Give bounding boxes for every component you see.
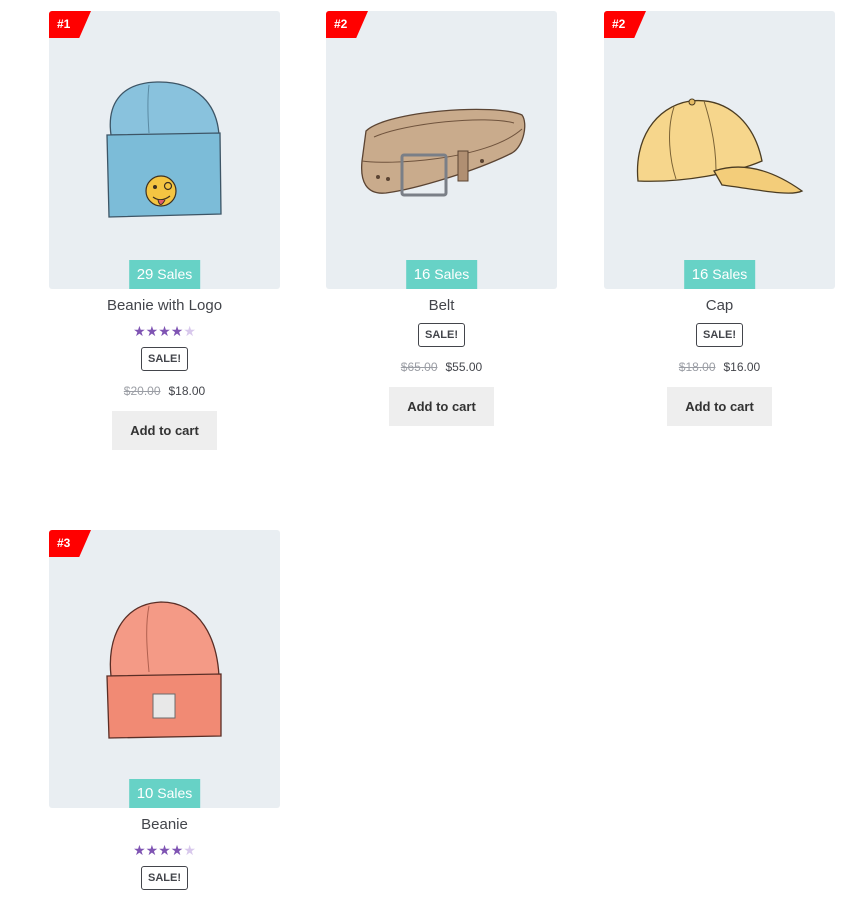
- sales-label: Sales: [434, 266, 470, 282]
- old-price: $65.00: [400, 360, 438, 374]
- star-filled-icon: ★: [145, 323, 159, 339]
- sales-count: 29: [136, 266, 154, 283]
- star-empty-icon: ★: [183, 842, 196, 858]
- product-image[interactable]: #2 16 Sales: [604, 11, 835, 289]
- orange-beanie-icon: [106, 601, 222, 739]
- yellow-cap-icon: [636, 98, 804, 194]
- product-image[interactable]: #1 29 Sales: [49, 11, 280, 289]
- star-rating: ★★★★★: [49, 842, 280, 858]
- star-filled-icon: ★: [158, 842, 171, 858]
- price: $65.00 $55.00: [326, 360, 557, 374]
- sales-count: 10: [136, 785, 154, 802]
- sales-badge: 16 Sales: [405, 260, 478, 289]
- sale-badge: SALE!: [696, 323, 743, 347]
- star-filled-icon: ★: [133, 323, 146, 339]
- leather-belt-icon: [360, 108, 526, 197]
- product-title[interactable]: Beanie: [49, 816, 280, 834]
- star-filled-icon: ★: [170, 323, 184, 339]
- star-filled-icon: ★: [170, 842, 184, 858]
- sales-label: Sales: [157, 266, 193, 282]
- product-card: #2 16 Sales Cap SALE! $18.00 $16.00 Add t…: [604, 11, 835, 426]
- product-card: #2 16 Sales Belt SALE! $65.00 $55.00 Add …: [326, 11, 557, 426]
- star-filled-icon: ★: [158, 323, 171, 339]
- sales-label: Sales: [712, 266, 748, 282]
- old-price: $20.00: [123, 384, 161, 398]
- sales-count: 16: [691, 266, 709, 283]
- sales-count: 16: [413, 266, 431, 283]
- sales-badge: 10 Sales: [128, 779, 201, 808]
- product-card: #3 10 Sales Beanie ★★★★★ SALE!: [49, 530, 280, 890]
- new-price: $55.00: [445, 360, 483, 374]
- sale-badge: SALE!: [141, 347, 188, 371]
- price: $20.00 $18.00: [49, 384, 280, 398]
- old-price: $18.00: [678, 360, 716, 374]
- product-image[interactable]: #3 10 Sales: [49, 530, 280, 808]
- star-rating: ★★★★★: [49, 323, 280, 339]
- product-image[interactable]: #2 16 Sales: [326, 11, 557, 289]
- product-card: #1 29 Sales Beanie with Logo ★★★★★ SALE!…: [49, 11, 280, 450]
- star-filled-icon: ★: [133, 842, 146, 858]
- product-title[interactable]: Belt: [326, 297, 557, 315]
- add-to-cart-button[interactable]: Add to cart: [667, 387, 772, 426]
- star-filled-icon: ★: [145, 842, 159, 858]
- sales-badge: 16 Sales: [683, 260, 756, 289]
- sale-badge: SALE!: [418, 323, 465, 347]
- product-title[interactable]: Beanie with Logo: [49, 297, 280, 315]
- blue-beanie-with-logo-icon: [106, 81, 222, 218]
- new-price: $18.00: [168, 384, 206, 398]
- product-title[interactable]: Cap: [604, 297, 835, 315]
- new-price: $16.00: [723, 360, 761, 374]
- sales-label: Sales: [157, 785, 193, 801]
- sale-badge: SALE!: [141, 866, 188, 890]
- add-to-cart-button[interactable]: Add to cart: [112, 411, 217, 450]
- star-empty-icon: ★: [183, 323, 196, 339]
- sales-badge: 29 Sales: [128, 260, 201, 289]
- price: $18.00 $16.00: [604, 360, 835, 374]
- add-to-cart-button[interactable]: Add to cart: [389, 387, 494, 426]
